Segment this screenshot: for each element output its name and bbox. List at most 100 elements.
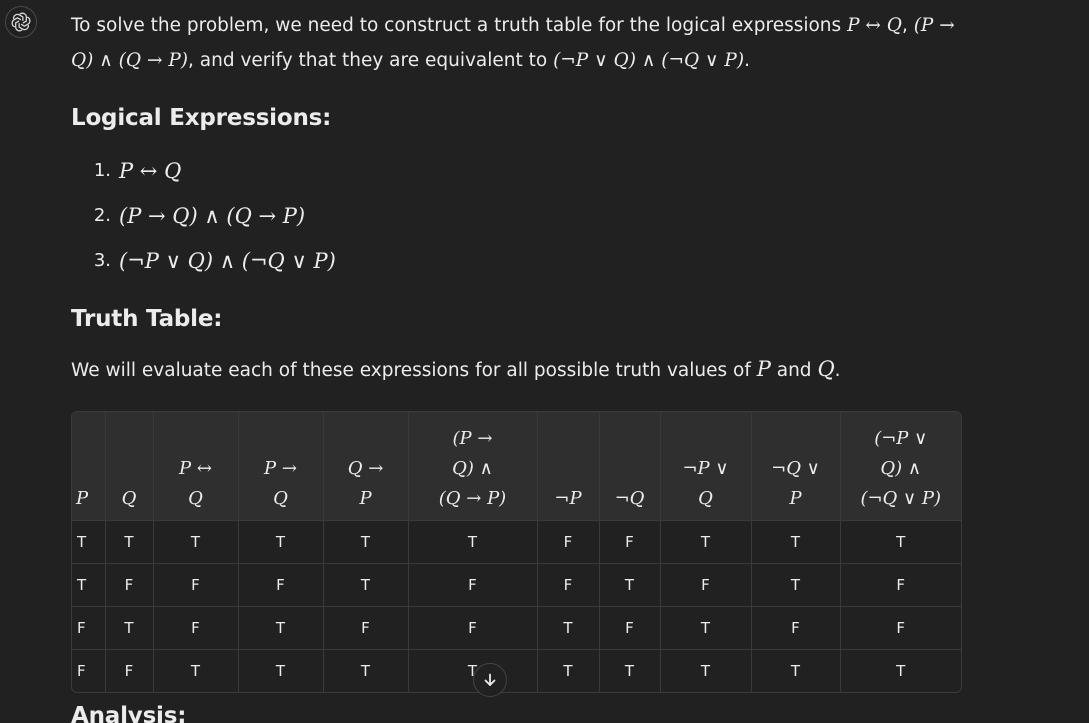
header-line: (¬P ∨ xyxy=(874,428,928,449)
header-line: ¬P ∨ xyxy=(682,458,729,479)
header-line: Q xyxy=(121,488,137,509)
table-cell: T xyxy=(408,520,538,564)
arrow-down-icon xyxy=(484,673,496,686)
header-line: ¬Q ∨ xyxy=(771,458,820,479)
table-cell: F xyxy=(537,520,600,564)
header-line: Q → xyxy=(347,458,384,479)
table-cell: T xyxy=(537,649,600,692)
math-expr-disjunctions: (¬P ∨ Q) ∧ (¬Q ∨ P) xyxy=(553,50,745,71)
table-cell: F xyxy=(660,563,752,607)
table-cell: T xyxy=(840,520,961,564)
table-cell: T xyxy=(323,563,409,607)
chat-message: To solve the problem, we need to constru… xyxy=(0,0,1089,723)
header-line: P ↔ xyxy=(179,458,212,479)
truth-table-description: We will evaluate each of these expressio… xyxy=(71,352,841,388)
truth-table: P Q P ↔ Q P → Q Q → P (P → Q) ∧ (Q → P) ¬P ¬Q ¬P ∨ Q ¬Q… xyxy=(72,412,961,692)
table-cell: T xyxy=(537,606,600,650)
table-cell: F xyxy=(153,606,239,650)
table-cell: T xyxy=(238,649,324,692)
table-cell: T xyxy=(105,606,154,650)
table-cell: F xyxy=(105,649,154,692)
table-cell: T xyxy=(751,563,841,607)
list-item: 1. P ↔ Q xyxy=(71,148,336,193)
header-line: (P → xyxy=(452,428,493,449)
table-header-cell: ¬P xyxy=(537,412,600,521)
header-line: Q xyxy=(188,488,203,509)
table-cell: T xyxy=(72,520,106,564)
table-header-cell: Q xyxy=(105,412,154,521)
table-body: TTTTTTFFTTTTFFFTFFTFTFFTFTFFTFTFFFFTTTTT… xyxy=(72,520,961,692)
openai-logo-icon xyxy=(11,12,31,32)
table-cell: F xyxy=(599,520,661,564)
table-cell: T xyxy=(323,649,409,692)
math-var-p: P xyxy=(756,357,771,381)
table-cell: T xyxy=(660,520,752,564)
table-cell: T xyxy=(599,649,661,692)
table-cell: F xyxy=(408,606,538,650)
table-header-cell: (P → Q) ∧ (Q → P) xyxy=(408,412,538,521)
table-cell: F xyxy=(105,563,154,607)
header-line: Q) ∧ xyxy=(452,458,493,479)
table-cell: F xyxy=(537,563,600,607)
assistant-avatar xyxy=(5,6,37,38)
table-header-cell: (¬P ∨ Q) ∧ (¬Q ∨ P) xyxy=(840,412,961,521)
table-cell: F xyxy=(408,563,538,607)
table-cell: F xyxy=(72,606,106,650)
header-line: ¬Q xyxy=(614,488,645,509)
list-number: 2. xyxy=(93,205,111,226)
list-item: 3. (¬P ∨ Q) ∧ (¬Q ∨ P) xyxy=(71,238,336,283)
section-title-logical-expressions: Logical Expressions: xyxy=(71,105,332,131)
intro-text: , and verify that they are equivalent to xyxy=(188,50,554,71)
table-cell: T xyxy=(660,649,752,692)
table-header-cell: ¬Q xyxy=(599,412,661,521)
header-line: (¬Q ∨ P) xyxy=(860,488,942,509)
table-header-cell: P ↔ Q xyxy=(153,412,239,521)
table-cell: T xyxy=(751,520,841,564)
header-line: (Q → P) xyxy=(438,488,507,509)
table-header-cell: ¬P ∨ Q xyxy=(660,412,752,521)
list-item: 2. (P → Q) ∧ (Q → P) xyxy=(71,193,336,238)
truth-table-container[interactable]: P Q P ↔ Q P → Q Q → P (P → Q) ∧ (Q → P) ¬P ¬Q ¬P ∨ Q ¬Q… xyxy=(71,411,962,693)
table-header-cell: P xyxy=(72,412,106,521)
table-row: FTFTFFTFTFF xyxy=(72,606,961,650)
expressions-list: 1. P ↔ Q 2. (P → Q) ∧ (Q → P) 3. (¬P ∨ Q… xyxy=(71,148,336,283)
description-text: . xyxy=(834,360,841,381)
table-cell: T xyxy=(238,520,324,564)
math-expression: (P → Q) ∧ (Q → P) xyxy=(119,203,306,228)
table-cell: T xyxy=(323,520,409,564)
header-line: P → xyxy=(264,458,297,479)
list-number: 1. xyxy=(93,160,111,181)
header-line: Q) ∧ xyxy=(880,458,922,479)
intro-separator: , xyxy=(901,15,914,36)
math-var-q: Q xyxy=(817,357,835,381)
table-cell: T xyxy=(153,520,239,564)
table-cell: T xyxy=(153,649,239,692)
table-cell: F xyxy=(840,606,961,650)
header-line: Q xyxy=(273,488,288,509)
header-line: P xyxy=(359,488,372,509)
table-cell: F xyxy=(72,649,106,692)
section-title-analysis: Analysis: xyxy=(71,703,187,723)
table-cell: T xyxy=(660,606,752,650)
table-header-cell: P → Q xyxy=(238,412,324,521)
table-cell: T xyxy=(840,649,961,692)
intro-text: . xyxy=(744,50,750,71)
table-cell: T xyxy=(72,563,106,607)
table-cell: F xyxy=(238,563,324,607)
table-cell: T xyxy=(105,520,154,564)
table-header-row: P Q P ↔ Q P → Q Q → P (P → Q) ∧ (Q → P) ¬P ¬Q ¬P ∨ Q ¬Q… xyxy=(72,412,961,521)
message-content: To solve the problem, we need to constru… xyxy=(71,0,971,723)
table-cell: T xyxy=(238,606,324,650)
list-number: 3. xyxy=(93,250,111,271)
scroll-to-bottom-button[interactable] xyxy=(473,663,507,697)
description-text: We will evaluate each of these expressio… xyxy=(71,360,757,381)
header-line: Q xyxy=(698,488,713,509)
intro-paragraph: To solve the problem, we need to constru… xyxy=(71,8,961,78)
table-cell: T xyxy=(599,563,661,607)
description-text: and xyxy=(770,360,818,381)
table-cell: F xyxy=(323,606,409,650)
header-line: P xyxy=(76,488,89,509)
table-cell: F xyxy=(751,606,841,650)
table-header-cell: Q → P xyxy=(323,412,409,521)
table-row: FFTTTTTTTTT xyxy=(72,649,961,692)
